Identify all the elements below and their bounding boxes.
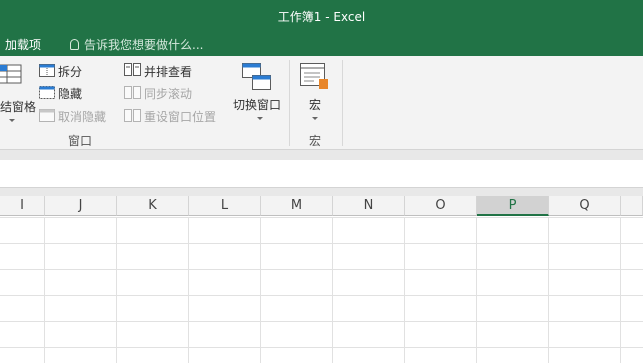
column-divider <box>332 217 333 363</box>
sync-scroll-icon <box>124 86 141 99</box>
ribbon-tab-row: 加载项 告诉我您想要做什么... <box>0 32 643 56</box>
column-divider <box>404 217 405 363</box>
column-divider <box>260 217 261 363</box>
reset-position-icon <box>124 109 141 122</box>
macros-icon <box>300 63 328 89</box>
group-separator <box>289 60 290 146</box>
formula-bar[interactable] <box>0 160 643 188</box>
reset-position-label: 重设窗口位置 <box>144 110 217 124</box>
switch-windows-label: 切换窗口 <box>233 98 282 112</box>
unhide-icon <box>39 109 55 122</box>
column-divider <box>188 217 189 363</box>
title-bar: 工作簿1 - Excel <box>0 0 643 32</box>
formula-gap <box>0 188 643 196</box>
column-header-m[interactable]: M <box>261 196 333 216</box>
column-header-j[interactable]: J <box>45 196 117 216</box>
sync-scroll-label: 同步滚动 <box>144 87 193 101</box>
macros-label: 宏 <box>309 98 322 112</box>
column-divider <box>116 217 117 363</box>
column-header-p[interactable]: P <box>477 196 549 216</box>
switch-windows-icon <box>242 63 271 90</box>
column-header-l[interactable]: L <box>189 196 261 216</box>
view-side-by-side-label: 并排查看 <box>144 65 193 79</box>
ribbon: 结窗格 拆分 隐藏 取消隐藏 并排查看 同步滚动 重设窗口位置 切换窗口 窗口 … <box>0 56 643 150</box>
group-separator <box>342 60 343 146</box>
column-divider <box>476 217 477 363</box>
macros-group-label: 宏 <box>309 134 322 148</box>
column-divider <box>620 217 621 363</box>
chevron-down-icon <box>312 117 318 120</box>
column-header-o[interactable]: O <box>405 196 477 216</box>
split-icon <box>39 64 55 77</box>
ribbon-gap <box>0 150 643 160</box>
column-divider <box>548 217 549 363</box>
freeze-panes-icon <box>0 64 22 84</box>
lightbulb-icon <box>70 39 79 50</box>
column-header-k[interactable]: K <box>117 196 189 216</box>
tell-me-placeholder: 告诉我您想要做什么... <box>84 38 204 52</box>
cell-grid[interactable] <box>0 217 643 363</box>
column-header-q[interactable]: Q <box>549 196 621 216</box>
tab-addins[interactable]: 加载项 <box>5 36 41 53</box>
tell-me-box[interactable]: 告诉我您想要做什么... <box>70 36 203 53</box>
window-group-label: 窗口 <box>68 134 93 148</box>
window-title: 工作簿1 - Excel <box>277 10 366 24</box>
freeze-panes-label: 结窗格 <box>0 100 37 114</box>
unhide-label: 取消隐藏 <box>58 110 107 124</box>
chevron-down-icon <box>257 117 263 120</box>
column-header-partial[interactable] <box>621 196 643 216</box>
column-divider <box>44 217 45 363</box>
hide-icon <box>39 86 55 99</box>
split-label: 拆分 <box>58 65 83 79</box>
chevron-down-icon <box>9 119 15 122</box>
column-header-n[interactable]: N <box>333 196 405 216</box>
hide-label: 隐藏 <box>58 87 83 101</box>
column-header-i[interactable]: I <box>0 196 45 216</box>
side-by-side-icon <box>124 63 141 76</box>
